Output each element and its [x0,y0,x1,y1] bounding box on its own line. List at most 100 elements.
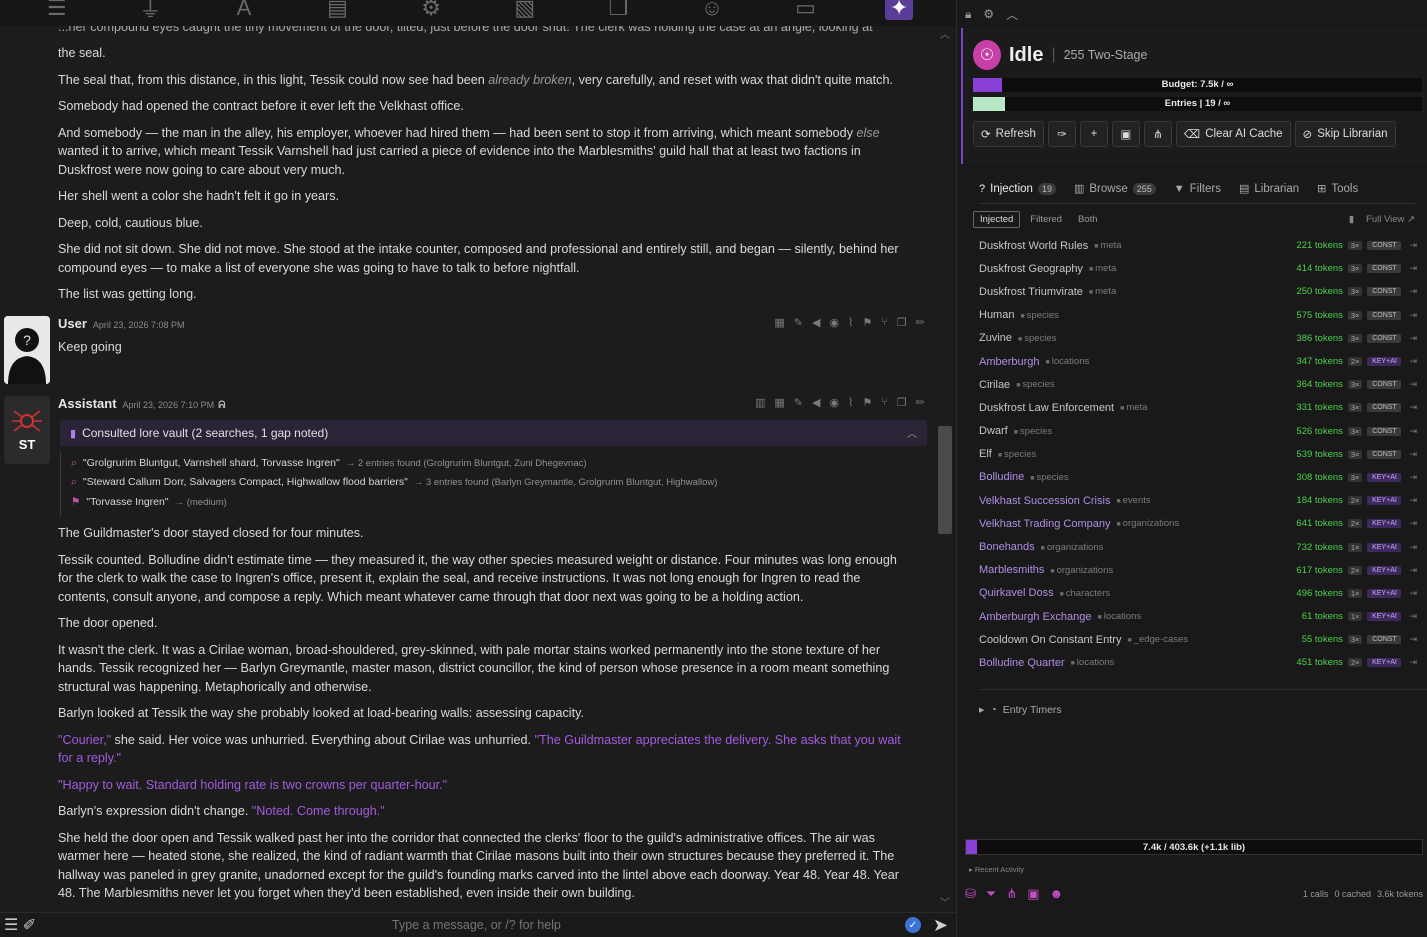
wand-icon[interactable]: ✦ [885,0,914,20]
entry-row[interactable]: Dwarf species 526 tokens 3× CONST ⇥ [979,420,1417,443]
translate-icon[interactable]: ▦ [774,396,784,409]
copy-icon[interactable]: ❐ [897,316,907,329]
eye-icon[interactable]: ◉ [829,396,839,409]
bullhorn-icon[interactable]: ◀ [812,316,820,329]
entry-name[interactable]: Zuvine [979,332,1012,344]
paperclip-icon[interactable]: ⌇ [848,316,853,329]
tab-tools[interactable]: ⊞ Tools [1317,174,1358,204]
add-button[interactable]: + [1079,121,1108,147]
filter-check-icon[interactable]: ⏷ [986,886,996,902]
entry-name[interactable]: Bolludine [979,471,1024,483]
chevron-up-icon[interactable]: ︿ [1006,6,1018,23]
sign-in-icon[interactable]: ⇥ [1409,518,1417,529]
skip-librarian-button[interactable]: ⊘ Skip Librarian [1294,121,1396,147]
flag-icon[interactable]: ⚑ [862,316,872,329]
edit-icon[interactable]: ✏ [916,396,925,409]
tab-filters[interactable]: ▼ Filters [1174,174,1221,204]
eye-icon[interactable]: ◉ [829,316,839,329]
tab-injection[interactable]: ? Injection 19 [979,174,1056,204]
entry-name[interactable]: Cooldown On Constant Entry [979,634,1121,646]
smile-icon[interactable]: ☺ [698,0,726,20]
entry-name[interactable]: Marblesmiths [979,564,1044,576]
entry-row[interactable]: Bolludine species 308 tokens 3× KEY+AI ⇥ [979,466,1417,489]
subtab-both[interactable]: Both [1072,212,1104,227]
chat-scroll[interactable]: ...her compound eyes caught the tiny mov… [0,18,935,910]
scroll-up-icon[interactable]: ︿ [936,26,954,42]
cubes-icon[interactable]: ❒ [604,0,632,20]
entry-name[interactable]: Dwarf [979,425,1008,437]
sign-in-icon[interactable]: ⇥ [1409,356,1417,367]
entry-row[interactable]: Duskfrost World Rules meta 221 tokens 3× CON… [979,234,1417,257]
entry-name[interactable]: Elf [979,448,992,460]
entry-timers-toggle[interactable]: ▶ ◔ Entry Timers [979,688,1427,716]
scroll-thumb[interactable] [938,426,952,534]
scroll-down-icon[interactable]: ﹀ [936,894,954,910]
message-input[interactable] [48,918,905,932]
entry-row[interactable]: Cirilae species 364 tokens 3× CONST ⇥ [979,373,1417,396]
sign-in-icon[interactable]: ⇥ [1409,263,1417,274]
sign-in-icon[interactable]: ⇥ [1409,472,1417,483]
translate-icon[interactable]: ▦ [774,316,784,329]
entry-name[interactable]: Velkhast Succession Crisis [979,495,1110,507]
entry-row[interactable]: Duskfrost Geography meta 414 tokens 3× CONST… [979,257,1417,280]
sign-in-icon[interactable]: ⇥ [1409,565,1417,576]
send-icon[interactable]: ➤ [933,915,948,936]
entry-name[interactable]: Duskfrost Triumvirate [979,286,1083,298]
menu-icon[interactable]: ☰ ✐ [4,915,48,935]
branch-icon[interactable]: ⑂ [881,316,888,329]
user-gear-icon[interactable]: ⚙ [417,0,445,20]
entry-name[interactable]: Quirkavel Doss [979,587,1054,599]
sign-in-icon[interactable]: ⇥ [1409,588,1417,599]
entry-name[interactable]: Bonehands [979,541,1035,553]
book-icon[interactable]: ▤ [324,0,352,20]
lock-icon[interactable]: 🔒︎ [965,7,971,22]
sign-in-icon[interactable]: ⇥ [1409,449,1417,460]
brush-icon[interactable]: ✎ [794,396,803,409]
entry-row[interactable]: Duskfrost Law Enforcement meta 331 tokens 3… [979,396,1417,419]
entry-name[interactable]: Human [979,309,1014,321]
image-icon[interactable]: ▧ [511,0,539,20]
sign-in-icon[interactable]: ⇥ [1409,542,1417,553]
network-icon[interactable]: ⋔ [1006,886,1017,902]
avatar[interactable]: ? [4,315,50,384]
sliders-icon[interactable]: ☰ [43,0,71,20]
clear-cache-button[interactable]: ⌫ Clear AI Cache [1175,121,1291,147]
entry-name[interactable]: Cirilae [979,379,1010,391]
tab-librarian[interactable]: ▤ Librarian [1239,174,1299,204]
save-button[interactable]: ▣ [1111,121,1140,147]
chevron-up-icon[interactable]: ︿ [907,425,917,440]
sign-in-icon[interactable]: ⇥ [1409,333,1417,344]
box-check-icon[interactable]: ▣ [1027,886,1039,902]
subtab-filtered[interactable]: Filtered [1024,212,1068,227]
entry-row[interactable]: Zuvine species 386 tokens 3× CONST ⇥ [979,327,1417,350]
sign-in-icon[interactable]: ⇥ [1409,634,1417,645]
sign-in-icon[interactable]: ⇥ [1409,310,1417,321]
database-icon[interactable]: ⛁ [965,886,976,902]
font-icon[interactable]: A [230,0,258,20]
feather-button[interactable]: ✑ [1047,121,1076,147]
entry-name[interactable]: Bolludine Quarter [979,657,1065,669]
entry-row[interactable]: Cooldown On Constant Entry _edge-cases 55 … [979,628,1417,651]
brush-icon[interactable]: ✎ [794,316,803,329]
edit-icon[interactable]: ✏ [916,316,925,329]
paperclip-icon[interactable]: ⌇ [848,396,853,409]
entry-row[interactable]: Velkhast Succession Crisis events 184 toke… [979,489,1417,512]
entry-row[interactable]: Bolludine Quarter locations 451 tokens 2× KE… [979,651,1417,674]
entry-row[interactable]: Quirkavel Doss characters 496 tokens 1× KEY+… [979,582,1417,605]
entry-name[interactable]: Duskfrost Law Enforcement [979,402,1114,414]
copy-icon[interactable]: ❐ [897,396,907,409]
graph-button[interactable]: ⋔ [1143,121,1172,147]
sign-in-icon[interactable]: ⇥ [1409,286,1417,297]
entry-name[interactable]: Velkhast Trading Company [979,518,1110,530]
sign-in-icon[interactable]: ⇥ [1409,240,1417,251]
recent-activity-toggle[interactable]: ▸ Recent Activity [969,865,1423,874]
tab-browse[interactable]: ▥ Browse 255 [1074,174,1156,204]
full-view-link[interactable]: Full View ↗ [1366,214,1415,225]
entry-row[interactable]: Amberburgh locations 347 tokens 2× KEY+AI ⇥ [979,350,1417,373]
sign-in-icon[interactable]: ⇥ [1409,402,1417,413]
chat-scrollbar[interactable]: ︿ ﹀ [936,26,954,910]
entry-row[interactable]: Velkhast Trading Company organizations 641… [979,512,1417,535]
sign-in-icon[interactable]: ⇥ [1409,379,1417,390]
entry-row[interactable]: Amberburgh Exchange locations 61 tokens 1× K… [979,605,1417,628]
entry-row[interactable]: Bonehands organizations 732 tokens 1× KEY+AI… [979,535,1417,558]
